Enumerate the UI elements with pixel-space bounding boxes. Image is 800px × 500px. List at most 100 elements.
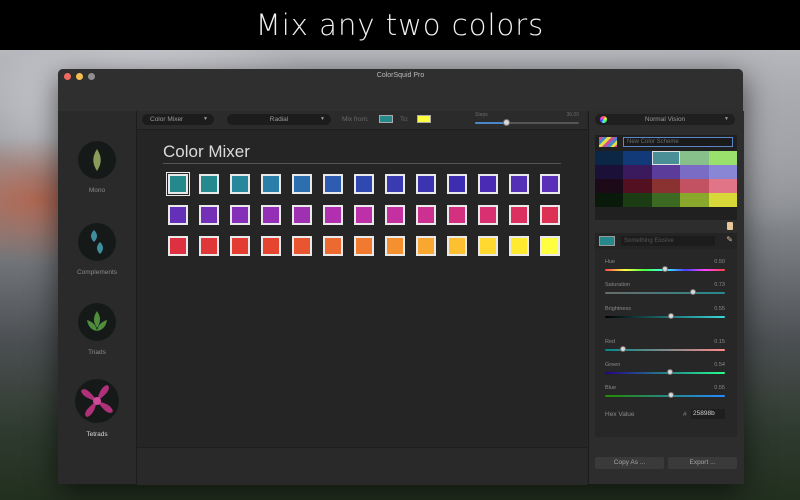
color-swatch[interactable] — [385, 236, 405, 256]
color-swatch[interactable] — [447, 205, 467, 225]
palette-swatch[interactable] — [623, 179, 652, 193]
sidebar-item-mono[interactable]: Mono — [58, 141, 136, 194]
color-swatch[interactable] — [323, 236, 343, 256]
steps-knob[interactable] — [503, 119, 511, 126]
palette-swatch[interactable] — [708, 193, 737, 207]
color-swatch[interactable] — [230, 236, 250, 256]
slider-label: Blue — [605, 385, 617, 391]
jar-icon[interactable] — [727, 222, 733, 230]
palette-icon[interactable] — [599, 137, 617, 147]
color-swatch[interactable] — [230, 205, 250, 225]
palette-swatch[interactable] — [651, 193, 681, 207]
slider-knob[interactable] — [662, 266, 668, 272]
palette-swatch[interactable] — [623, 193, 652, 207]
current-color-well[interactable] — [599, 236, 615, 246]
palette-swatch[interactable] — [680, 165, 709, 179]
slider-label: Saturation — [605, 282, 631, 288]
color-swatch[interactable] — [354, 205, 374, 225]
color-swatch[interactable] — [168, 205, 188, 225]
color-swatch[interactable] — [478, 205, 498, 225]
color-swatch[interactable] — [199, 236, 219, 256]
swatch-grid — [166, 172, 560, 256]
style-select[interactable]: Radial ▼ — [227, 114, 331, 125]
mix-to-color-well[interactable] — [417, 115, 431, 123]
color-swatch[interactable] — [509, 205, 529, 225]
color-name-field[interactable]: Something Elusive — [621, 236, 715, 246]
slider-label: Green — [605, 362, 621, 368]
slider-knob[interactable] — [668, 313, 674, 319]
palette-swatch[interactable] — [708, 179, 737, 193]
palette-swatch[interactable] — [708, 165, 737, 179]
color-swatch[interactable] — [447, 236, 467, 256]
vision-select[interactable]: Normal Vision ▼ — [595, 114, 735, 125]
sidebar-item-complements[interactable]: Complements — [58, 223, 136, 276]
color-swatch[interactable] — [199, 174, 219, 194]
slider-knob[interactable] — [666, 369, 673, 375]
palette-name-placeholder: New Color Scheme — [627, 139, 679, 145]
color-swatch[interactable] — [540, 236, 560, 256]
palette-swatch[interactable] — [651, 165, 681, 179]
mixer-toolbar: Color Mixer ▼ Radial ▼ Mix from: To: Ste… — [137, 111, 587, 130]
palette-swatch[interactable] — [595, 165, 624, 179]
color-swatch[interactable] — [478, 174, 498, 194]
palette-swatch[interactable] — [708, 151, 737, 165]
slider-knob[interactable] — [689, 289, 696, 295]
palette-swatch[interactable] — [595, 151, 624, 165]
palette-box: New Color Scheme — [595, 135, 737, 230]
color-swatch[interactable] — [540, 205, 560, 225]
color-swatch[interactable] — [447, 174, 467, 194]
promo-banner: Mix any two colors — [0, 0, 800, 50]
palette-swatch[interactable] — [595, 179, 624, 193]
slider-knob[interactable] — [620, 346, 626, 352]
color-swatch[interactable] — [416, 236, 436, 256]
color-swatch[interactable] — [166, 172, 190, 196]
sidebar-item-label: Tetrads — [86, 431, 108, 438]
palette-swatch[interactable] — [680, 151, 709, 165]
color-swatch[interactable] — [168, 236, 188, 256]
palette-swatch[interactable] — [623, 151, 652, 165]
color-swatch[interactable] — [540, 174, 560, 194]
color-swatch[interactable] — [230, 174, 250, 194]
color-swatch[interactable] — [261, 236, 281, 256]
color-swatch[interactable] — [354, 174, 374, 194]
hex-value-field[interactable]: 25898b — [691, 409, 725, 419]
palette-swatch[interactable] — [680, 193, 709, 207]
export-button[interactable]: Export ... — [668, 457, 737, 469]
color-swatch[interactable] — [385, 205, 405, 225]
title-divider — [163, 163, 561, 164]
color-swatch[interactable] — [261, 205, 281, 225]
color-swatch[interactable] — [261, 174, 281, 194]
copy-as-button[interactable]: Copy As ... — [595, 457, 664, 469]
steps-slider[interactable]: Steps 36.00 — [475, 111, 579, 128]
color-swatch[interactable] — [509, 236, 529, 256]
palette-swatch[interactable] — [680, 179, 709, 193]
color-swatch[interactable] — [199, 205, 219, 225]
color-swatch[interactable] — [385, 174, 405, 194]
chevron-down-icon: ▼ — [724, 116, 729, 122]
palette-swatch[interactable] — [623, 165, 652, 179]
sidebar-item-triads[interactable]: Triads — [58, 303, 136, 356]
sidebar-item-tetrads[interactable]: Tetrads — [58, 379, 136, 438]
palette-name-field[interactable]: New Color Scheme — [623, 137, 733, 147]
mode-select[interactable]: Color Mixer ▼ — [142, 114, 214, 125]
slider-track — [605, 372, 725, 374]
color-swatch[interactable] — [478, 236, 498, 256]
color-swatch[interactable] — [509, 174, 529, 194]
vision-select-label: Normal Vision — [644, 116, 686, 123]
slider-knob[interactable] — [668, 392, 674, 398]
color-swatch[interactable] — [323, 205, 343, 225]
color-swatch[interactable] — [292, 205, 312, 225]
color-swatch[interactable] — [416, 205, 436, 225]
color-swatch[interactable] — [292, 174, 312, 194]
color-swatch[interactable] — [354, 236, 374, 256]
color-swatch[interactable] — [323, 174, 343, 194]
palette-swatch[interactable] — [651, 179, 681, 193]
eyedropper-icon[interactable]: ✎ — [726, 235, 733, 244]
color-swatch[interactable] — [416, 174, 436, 194]
color-swatch[interactable] — [292, 236, 312, 256]
mix-from-color-well[interactable] — [379, 115, 393, 123]
steps-label: Steps — [475, 112, 488, 118]
palette-swatch[interactable] — [595, 193, 624, 207]
palette-swatch[interactable] — [651, 151, 681, 165]
panel-buttons: Copy As ... Export ... — [595, 457, 737, 469]
